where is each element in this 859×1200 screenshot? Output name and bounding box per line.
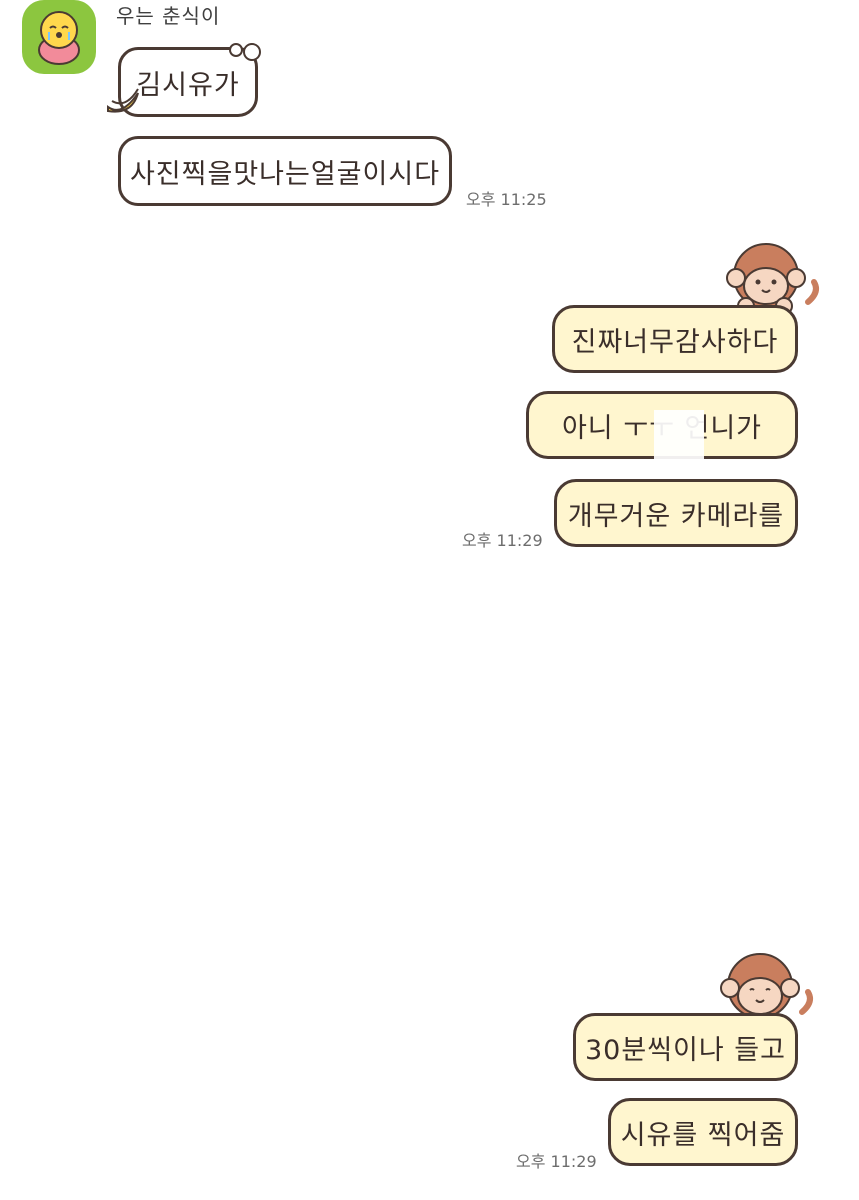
message-text: 김시유가 xyxy=(136,69,240,101)
message-text: 시유를 찍어줌 xyxy=(620,1119,786,1151)
sent-message-bubble[interactable]: 진짜너무감사하다 xyxy=(552,305,798,373)
message-timestamp: 오후 11:29 xyxy=(462,531,543,550)
sent-message-bubble[interactable]: 개무거운 카메라를 xyxy=(554,479,798,547)
banana-icon xyxy=(107,88,139,113)
sent-message-bubble[interactable]: 30분씩이나 들고 xyxy=(573,1013,798,1081)
message-text: 30분씩이나 들고 xyxy=(585,1034,786,1066)
received-message-bubble[interactable]: 사진찍을맛나는얼굴이시다 xyxy=(118,136,452,206)
redaction-patch xyxy=(654,410,704,462)
bubble-deco-icon xyxy=(229,43,261,61)
sent-message-bubble[interactable]: 시유를 찍어줌 xyxy=(608,1098,798,1166)
sender-name: 우는 춘식이 xyxy=(116,4,221,28)
message-text: 개무거운 카메라를 xyxy=(567,500,785,532)
chunsik-crying-icon xyxy=(38,11,80,65)
message-timestamp: 오후 11:29 xyxy=(516,1152,597,1171)
sender-avatar[interactable] xyxy=(22,0,96,74)
message-timestamp: 오후 11:25 xyxy=(466,190,547,209)
message-text: 사진찍을맛나는얼굴이시다 xyxy=(129,158,441,190)
message-text: 진짜너무감사하다 xyxy=(571,326,779,358)
